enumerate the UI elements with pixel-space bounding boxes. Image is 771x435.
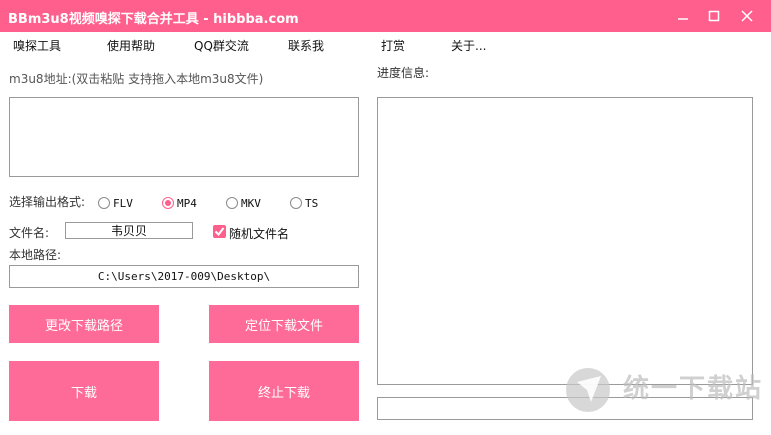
radio-circle [290, 197, 302, 209]
menu-bar: 嗅探工具 使用帮助 QQ群交流 联系我 打赏 关于... [0, 32, 771, 56]
progress-label: 进度信息: [377, 66, 430, 80]
menu-donate[interactable]: 打赏 [381, 37, 405, 54]
format-option-ts[interactable]: TS [290, 196, 318, 210]
locate-file-button[interactable]: 定位下载文件 [209, 305, 359, 343]
window-title: BBm3u8视频嗅探下载合并工具 - hibbba.com [8, 12, 299, 27]
radio-circle-selected [162, 197, 174, 209]
menu-help[interactable]: 使用帮助 [107, 37, 155, 54]
close-button[interactable] [732, 0, 762, 32]
menu-contact[interactable]: 联系我 [288, 37, 324, 54]
m3u8-url-label: m3u8地址:(双击粘贴 支持拖入本地m3u8文件) [9, 72, 264, 86]
check-icon [214, 227, 225, 237]
change-path-button[interactable]: 更改下载路径 [9, 305, 159, 343]
local-path-input[interactable]: C:\Users\2017-009\Desktop\ [9, 265, 359, 288]
radio-circle [98, 197, 110, 209]
radio-circle [226, 197, 238, 209]
title-bar[interactable]: BBm3u8视频嗅探下载合并工具 - hibbba.com [0, 0, 771, 32]
close-icon [741, 10, 753, 22]
random-filename-label: 随机文件名 [229, 227, 290, 241]
random-filename-checkbox[interactable] [213, 225, 226, 238]
minimize-icon [678, 18, 688, 20]
menu-about[interactable]: 关于... [451, 37, 486, 54]
minimize-button[interactable] [668, 0, 698, 32]
local-path-label: 本地路径: [9, 248, 62, 262]
maximize-icon [708, 10, 720, 22]
format-option-mp4[interactable]: MP4 [162, 196, 197, 210]
menu-qq-group[interactable]: QQ群交流 [194, 37, 249, 54]
progress-log[interactable] [377, 97, 753, 385]
format-option-label: MP4 [177, 196, 197, 210]
download-button[interactable]: 下载 [9, 361, 159, 421]
filename-label: 文件名: [9, 226, 50, 240]
menu-sniff-tools[interactable]: 嗅探工具 [13, 37, 61, 54]
format-option-label: TS [305, 196, 319, 210]
format-option-mkv[interactable]: MKV [226, 196, 261, 210]
maximize-button[interactable] [699, 0, 729, 32]
format-label: 选择输出格式: [9, 195, 86, 209]
filename-input[interactable]: 韦贝贝 [65, 222, 193, 239]
format-option-label: FLV [113, 196, 133, 210]
progress-status-field [377, 397, 753, 420]
format-option-flv[interactable]: FLV [98, 196, 133, 210]
stop-download-button[interactable]: 终止下载 [209, 361, 359, 421]
format-option-label: MKV [241, 196, 261, 210]
m3u8-url-input[interactable] [9, 97, 359, 177]
